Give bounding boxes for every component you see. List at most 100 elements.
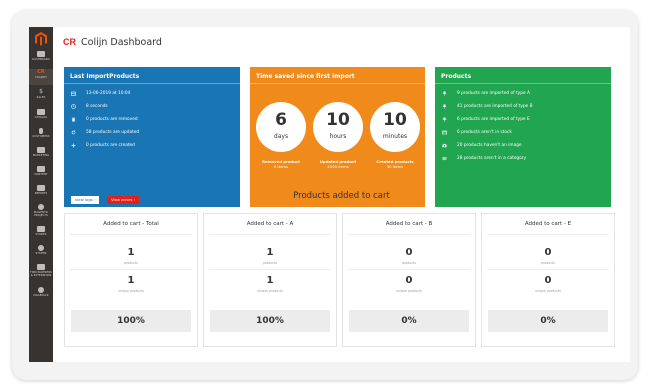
sidebar-item-label: MAGEPACK: [33, 294, 49, 297]
store-icon: [37, 226, 45, 232]
sidebar-item-system[interactable]: SYSTEM: [29, 245, 53, 261]
sidebar-item-label: DASHBOARD: [32, 58, 50, 61]
divider: [209, 269, 331, 270]
hours-unit: hours: [329, 133, 347, 140]
card-title: Last ImportProducts: [70, 73, 140, 80]
sidebar-item-magepack[interactable]: MAGEPACK: [29, 287, 53, 303]
list-item: 9 products are imported of type A: [442, 88, 530, 98]
row-text: 41 products are imported of type B: [457, 103, 533, 109]
sidebar-item-sales[interactable]: $ SALES: [29, 89, 53, 105]
unique-count: 1: [127, 275, 135, 286]
sidebar-item-label: MAGENTO PROJECTS: [34, 211, 48, 217]
card-divider: [250, 83, 425, 84]
percentage-value: 100%: [210, 310, 330, 332]
sidebar-item-customers[interactable]: CUSTOMERS: [29, 128, 53, 144]
percentage-value: 0%: [488, 310, 608, 332]
sidebar-item-reports[interactable]: REPORTS: [29, 185, 53, 201]
clock-icon: [71, 103, 76, 109]
caption-value: 0 items: [273, 164, 289, 169]
products-label: products: [263, 261, 277, 265]
admin-sidebar: DASHBOARD CR COLIJNIT $ SALES CATALOG CU…: [29, 27, 53, 362]
products-count: 1: [266, 247, 274, 258]
sidebar-item-find-partners[interactable]: FIND PARTNERS & EXTENSIONS: [29, 264, 53, 286]
magento-logo-icon[interactable]: [33, 31, 49, 47]
row-text: 9 products are imported of type A: [457, 90, 530, 96]
days-circle: 6 days: [256, 102, 306, 152]
list-item: 41 products are imported of type B: [442, 101, 533, 111]
products-label: products: [124, 261, 138, 265]
card-title: Products: [441, 73, 472, 80]
stat-title: Added to cart - B: [385, 221, 433, 227]
list-icon: [442, 156, 447, 160]
products-label: products: [541, 261, 555, 265]
hours-circle: 10 hours: [313, 102, 363, 152]
caption-value: 30 items: [386, 164, 404, 169]
stat-title: Added to cart - E: [524, 221, 572, 227]
divider: [487, 234, 609, 235]
products-count: 1: [127, 247, 135, 258]
card-divider: [64, 83, 240, 84]
percentage-value: 0%: [349, 310, 469, 332]
plus-icon: [71, 143, 76, 147]
sidebar-item-stores[interactable]: STORES: [29, 226, 53, 242]
sidebar-item-marketing[interactable]: MARKETING: [29, 147, 53, 163]
stat-card-total: Added to cart - Total 1 products 1 uniqu…: [64, 213, 198, 347]
stat-title: Added to cart - A: [246, 221, 294, 227]
page-header: CR Colijn Dashboard: [63, 35, 162, 49]
products-label: products: [402, 261, 416, 265]
sidebar-item-label: CONTENT: [34, 173, 48, 176]
list-item: 28 products aren't in a category: [442, 153, 526, 163]
row-text: 6 products are imported of type E: [457, 116, 530, 122]
stock-icon: [442, 130, 447, 134]
unique-count: 1: [266, 275, 274, 286]
sidebar-item-dashboard[interactable]: DASHBOARD: [29, 51, 53, 67]
unique-label: unique products: [535, 289, 561, 293]
created-caption: Created products 30 items: [365, 159, 425, 169]
sidebar-item-content[interactable]: CONTENT: [29, 166, 53, 182]
megaphone-icon: [37, 147, 45, 153]
days-value: 6: [275, 110, 287, 130]
divider: [348, 234, 470, 235]
sidebar-item-label: COLIJNIT: [35, 76, 47, 79]
minutes-value: 10: [383, 110, 407, 130]
row-text: 13-06-2019 at 10:04: [86, 90, 131, 96]
row-text: 6 products aren't in stock: [457, 129, 512, 135]
divider: [209, 234, 331, 235]
sidebar-item-catalog[interactable]: CATALOG: [29, 109, 53, 125]
sidebar-item-label: SYSTEM: [35, 252, 47, 255]
pin-icon: [442, 117, 447, 122]
colijn-logo: CR: [63, 37, 76, 47]
sidebar-item-magento-projects[interactable]: MAGENTO PROJECTS: [29, 204, 53, 224]
page-title: Colijn Dashboard: [81, 36, 162, 48]
list-item: 8 seconds: [71, 101, 108, 111]
calendar-icon: [71, 91, 76, 96]
products-card: Products 9 products are imported of type…: [435, 67, 611, 207]
box-icon: [37, 109, 45, 115]
refresh-icon: [71, 130, 76, 134]
caption-value: 4000 items: [327, 164, 349, 169]
puzzle-icon: [37, 264, 45, 270]
unique-label: unique products: [118, 289, 144, 293]
stat-card-b: Added to cart - B 0 products 0 unique pr…: [342, 213, 476, 347]
sidebar-item-label: SALES: [36, 96, 46, 99]
pin-icon: [442, 91, 447, 96]
layout-icon: [37, 166, 45, 172]
unique-count: 0: [405, 275, 413, 286]
products-count: 0: [544, 247, 552, 258]
sidebar-item-label: CUSTOMERS: [32, 135, 50, 138]
divider: [70, 234, 192, 235]
days-unit: days: [273, 133, 289, 140]
card-title: Time saved since first import: [256, 73, 355, 80]
sidebar-item-label: MARKETING: [32, 154, 50, 157]
stat-title: Added to cart - Total: [103, 221, 159, 227]
dollar-icon: $: [39, 88, 43, 95]
products-count: 0: [405, 247, 413, 258]
divider: [70, 269, 192, 270]
percentage-value: 100%: [71, 310, 191, 332]
sidebar-item-colijnit[interactable]: CR COLIJNIT: [29, 69, 53, 85]
list-item: 6 products are imported of type E: [442, 114, 530, 124]
gear-icon: [38, 245, 44, 251]
unique-count: 0: [544, 275, 552, 286]
time-saved-card: Time saved since first import 6 days 10 …: [250, 67, 425, 207]
trash-icon: [71, 117, 76, 121]
